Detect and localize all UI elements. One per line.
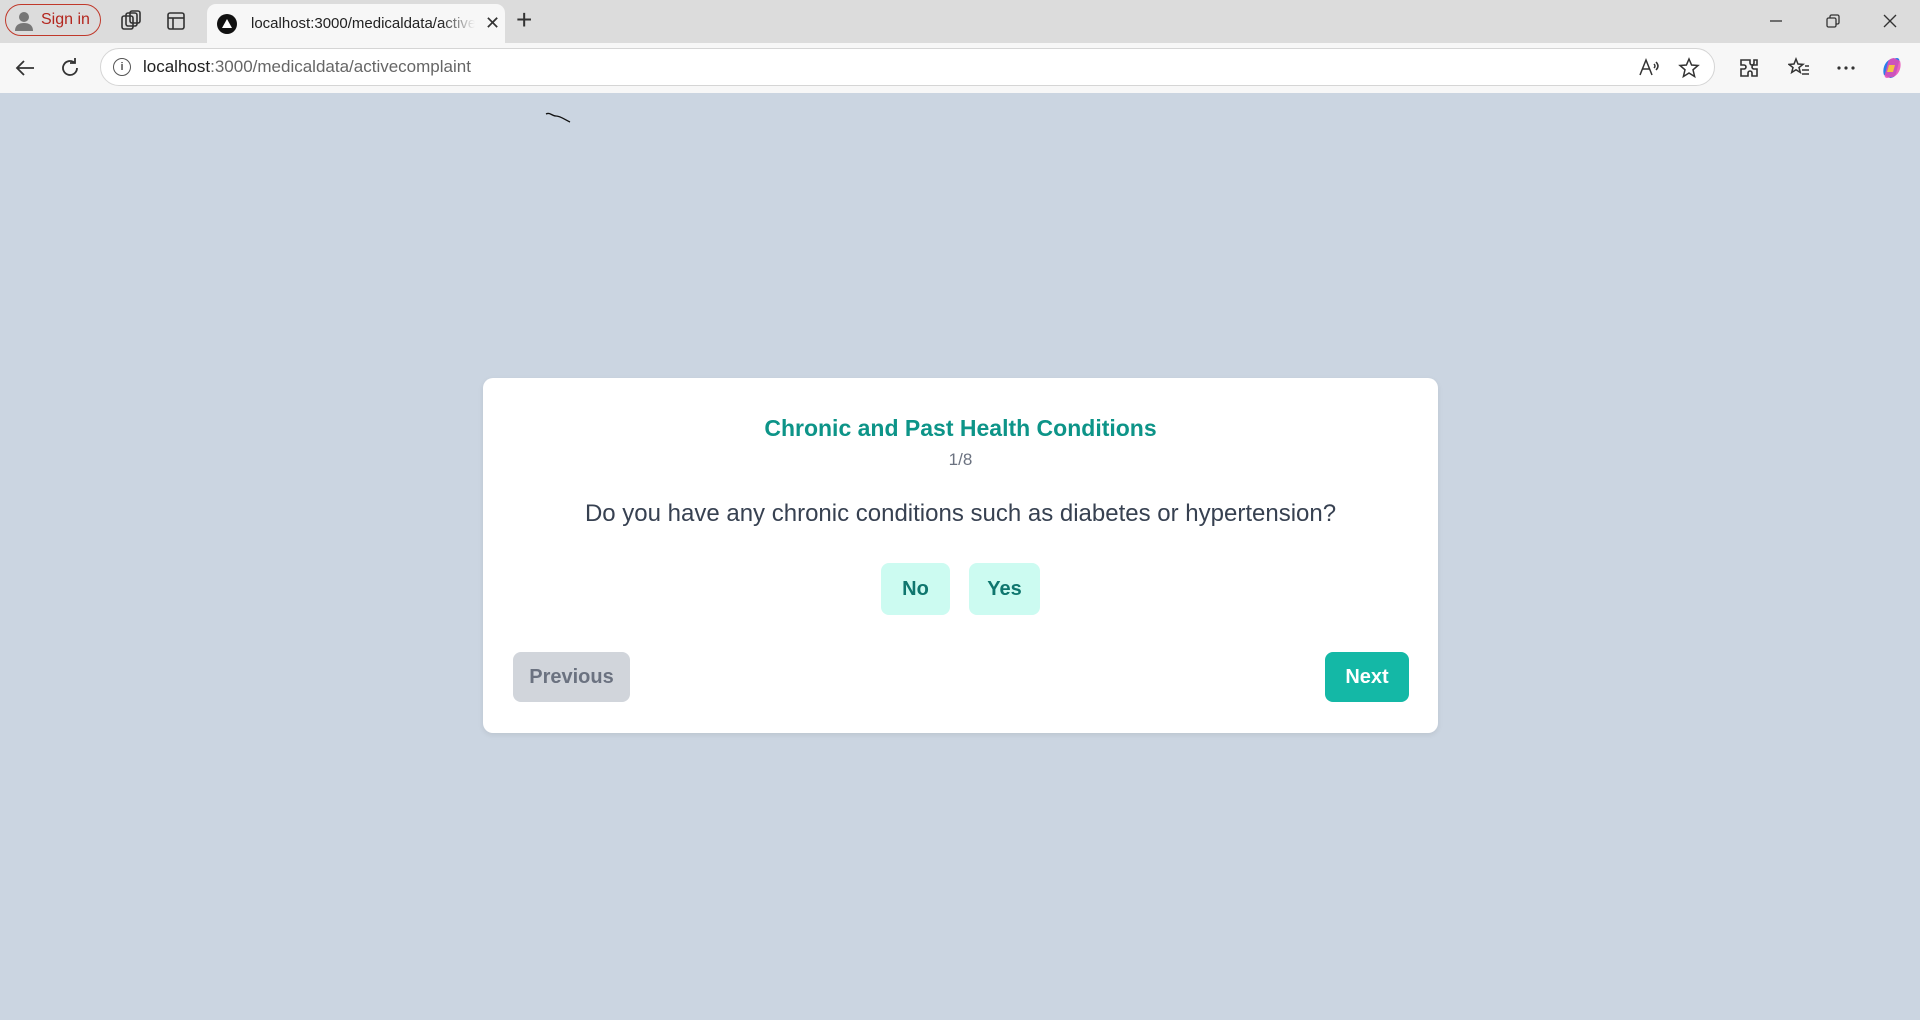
workspaces-icon[interactable] bbox=[118, 8, 144, 34]
url-host: localhost bbox=[143, 57, 211, 76]
browser-titlebar: Sign in localhost:3000/medicaldata/activ… bbox=[0, 0, 1920, 43]
new-tab-icon[interactable]: + bbox=[516, 6, 532, 34]
favorites-icon[interactable] bbox=[1784, 53, 1814, 83]
section-title: Chronic and Past Health Conditions bbox=[764, 415, 1157, 441]
next-button[interactable]: Next bbox=[1325, 652, 1409, 702]
question-card: Chronic and Past Health Conditions 1/8 D… bbox=[483, 378, 1438, 733]
refresh-icon[interactable] bbox=[55, 53, 85, 83]
site-info-icon[interactable]: i bbox=[113, 58, 131, 76]
page-background: Chronic and Past Health Conditions 1/8 D… bbox=[4, 93, 1916, 1016]
question-progress: 1/8 bbox=[948, 450, 973, 469]
site-favicon-icon bbox=[217, 13, 237, 34]
tab-title: localhost:3000/medicaldata/activecomplai… bbox=[251, 15, 475, 32]
url-path: :3000/medicaldata/activecomplaint bbox=[210, 57, 471, 76]
extensions-icon[interactable] bbox=[1734, 53, 1764, 83]
answer-options: No Yes bbox=[483, 563, 1438, 615]
favorite-star-icon[interactable] bbox=[1678, 57, 1700, 84]
url-text: localhost:3000/medicaldata/activecomplai… bbox=[143, 57, 471, 77]
answer-yes-button[interactable]: Yes bbox=[969, 563, 1040, 615]
sign-in-label: Sign in bbox=[41, 11, 90, 28]
read-aloud-icon[interactable] bbox=[1638, 57, 1660, 84]
answer-no-button[interactable]: No bbox=[881, 563, 950, 615]
previous-button[interactable]: Previous bbox=[513, 652, 630, 702]
browser-toolbar: i localhost:3000/medicaldata/activecompl… bbox=[0, 43, 1920, 93]
tab-close-icon[interactable]: ✕ bbox=[485, 13, 500, 34]
stray-mark-icon bbox=[545, 112, 571, 123]
tab-actions-icon[interactable] bbox=[163, 8, 189, 34]
profile-icon bbox=[13, 9, 35, 31]
more-menu-icon[interactable] bbox=[1831, 53, 1861, 83]
address-bar[interactable]: i localhost:3000/medicaldata/activecompl… bbox=[100, 48, 1715, 86]
copilot-icon[interactable] bbox=[1877, 53, 1907, 83]
active-tab[interactable]: localhost:3000/medicaldata/activecomplai… bbox=[207, 4, 505, 43]
question-text: Do you have any chronic conditions such … bbox=[584, 500, 1337, 527]
minimize-icon[interactable] bbox=[1756, 6, 1796, 36]
back-icon[interactable] bbox=[10, 53, 40, 83]
restore-icon[interactable] bbox=[1813, 6, 1853, 36]
close-window-icon[interactable] bbox=[1870, 6, 1910, 36]
sign-in-button[interactable]: Sign in bbox=[5, 4, 101, 36]
